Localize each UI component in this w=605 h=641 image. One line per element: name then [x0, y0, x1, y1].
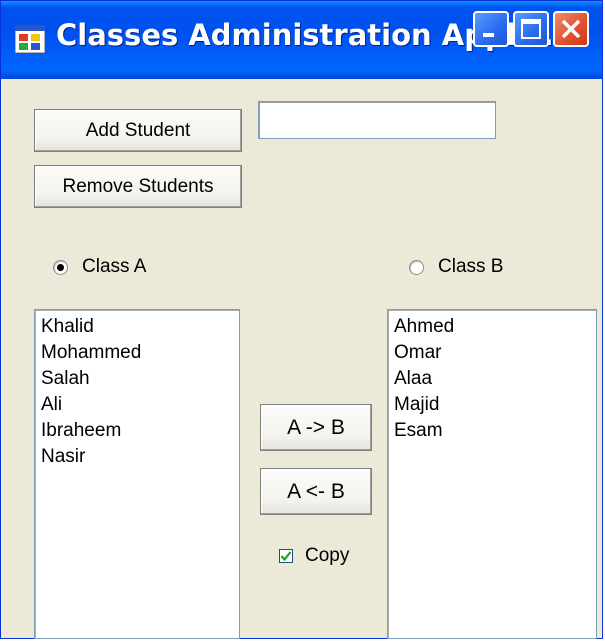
student-name-input[interactable]: [258, 101, 496, 139]
copy-label: Copy: [305, 545, 350, 566]
move-a-to-b-button[interactable]: A -> B: [260, 404, 372, 451]
list-item[interactable]: Nasir: [41, 444, 233, 470]
move-b-to-a-button[interactable]: A <- B: [260, 468, 372, 515]
list-item[interactable]: Ibraheem: [41, 418, 233, 444]
checkmark-icon: [280, 551, 292, 562]
maximize-icon: [521, 19, 541, 39]
list-item[interactable]: Mohammed: [41, 340, 233, 366]
title-bar[interactable]: Classes Administration Applic...: [1, 1, 602, 80]
class-a-label: Class A: [82, 256, 147, 277]
close-button[interactable]: [553, 11, 589, 47]
client-area: Add Student Remove Students Class A Clas…: [1, 79, 602, 639]
minimize-icon: [483, 33, 494, 37]
list-item[interactable]: Esam: [394, 418, 590, 444]
copy-checkbox[interactable]: Copy: [279, 545, 349, 567]
minimize-button[interactable]: [473, 11, 509, 47]
add-student-button[interactable]: Add Student: [34, 109, 242, 152]
close-icon: [561, 19, 581, 39]
class-b-label: Class B: [438, 256, 504, 277]
list-item[interactable]: Omar: [394, 340, 590, 366]
list-item[interactable]: Alaa: [394, 366, 590, 392]
class-b-radio-button[interactable]: [409, 259, 424, 275]
maximize-button[interactable]: [513, 11, 549, 47]
copy-checkbox-box[interactable]: [279, 549, 293, 563]
list-item[interactable]: Ahmed: [394, 314, 590, 340]
class-b-list[interactable]: Ahmed Omar Alaa Majid Esam: [387, 309, 597, 639]
class-a-list[interactable]: Khalid Mohammed Salah Ali Ibraheem Nasir: [34, 309, 240, 639]
remove-students-button[interactable]: Remove Students: [34, 165, 242, 208]
list-item[interactable]: Khalid: [41, 314, 233, 340]
list-item[interactable]: Salah: [41, 366, 233, 392]
class-a-radio-button[interactable]: [53, 259, 68, 275]
app-icon: [15, 25, 45, 53]
class-b-radio[interactable]: Class B: [409, 256, 503, 278]
list-item[interactable]: Ali: [41, 392, 233, 418]
app-window: Classes Administration Applic... Add Stu…: [0, 0, 603, 639]
list-item[interactable]: Majid: [394, 392, 590, 418]
class-a-radio[interactable]: Class A: [53, 256, 146, 278]
